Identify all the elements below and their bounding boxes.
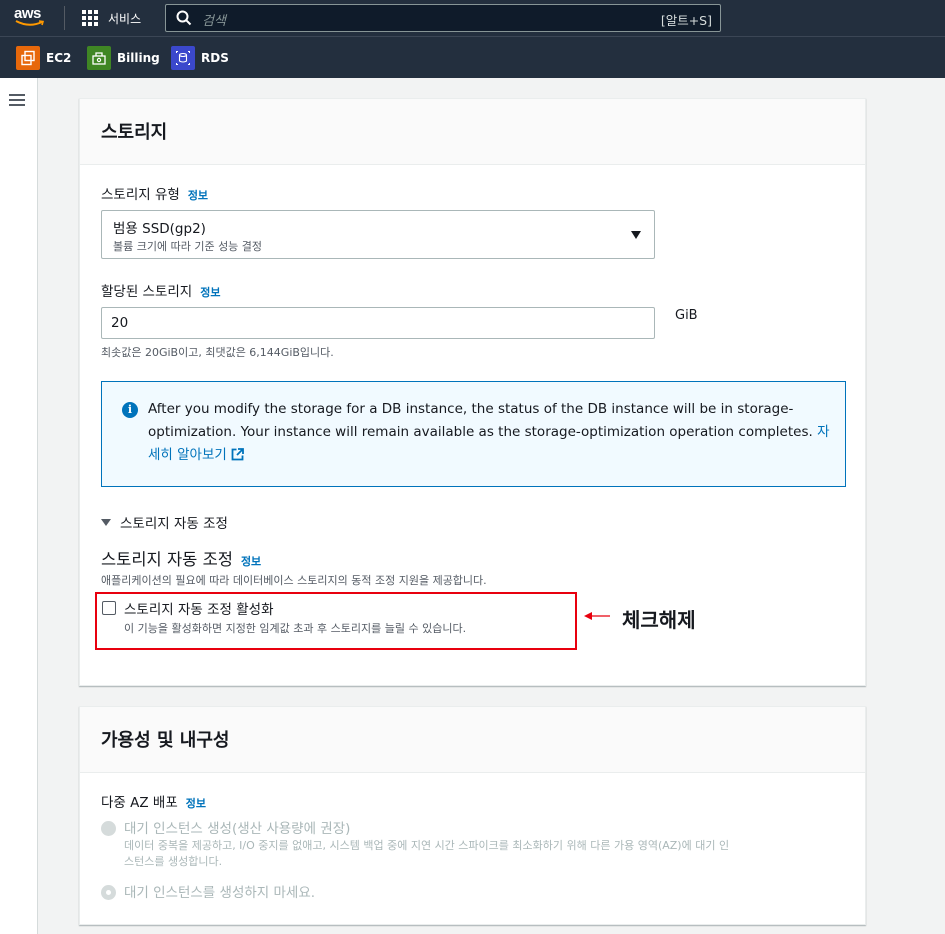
storage-autoscaling-expander[interactable]: 스토리지 자동 조정 bbox=[101, 512, 228, 532]
availability-title: 가용성 및 내구성 bbox=[101, 730, 230, 751]
favorite-label: RDS bbox=[201, 51, 229, 65]
top-navigation-bar: aws 서비스 검색 [알트+S] bbox=[0, 0, 945, 36]
create-standby-label[interactable]: 대기 인스턴스 생성(생산 사용량에 권장) bbox=[124, 817, 350, 837]
enable-autoscaling-description: 이 기능을 활성화하면 지정한 임계값 초과 후 스토리지를 늘릴 수 있습니다… bbox=[124, 622, 467, 635]
availability-panel-header: 가용성 및 내구성 bbox=[80, 707, 865, 773]
favorites-bar: EC2 Billing RDS bbox=[0, 36, 945, 78]
divider bbox=[64, 6, 65, 30]
search-shortcut: [알트+S] bbox=[660, 13, 712, 28]
autoscaling-info-link[interactable]: 정보 bbox=[241, 555, 261, 568]
side-navigation bbox=[0, 78, 38, 934]
search-placeholder: 검색 bbox=[202, 14, 226, 29]
allocated-storage-input[interactable]: 20 bbox=[101, 307, 655, 339]
autoscaling-description: 애플리케이션의 필요에 따라 데이터베이스 스토리지의 동적 조정 지원을 제공… bbox=[101, 574, 487, 587]
create-standby-description: 데이터 중복을 제공하고, I/O 중지를 없애고, 시스템 백업 중에 지연 … bbox=[124, 839, 730, 868]
billing-icon bbox=[87, 46, 111, 70]
annotation-text: 체크해제 bbox=[622, 608, 696, 632]
no-standby-label[interactable]: 대기 인스턴스를 생성하지 마세요. bbox=[124, 881, 315, 901]
storage-panel-header: 스토리지 bbox=[80, 99, 865, 165]
availability-panel: 가용성 및 내구성 다중 AZ 배포 정보 대기 인스턴스 생성(생산 사용량에 … bbox=[79, 706, 866, 925]
favorite-billing[interactable]: Billing bbox=[87, 46, 160, 70]
multi-az-label-row: 다중 AZ 배포 정보 bbox=[101, 791, 206, 811]
radio-create-standby[interactable] bbox=[101, 821, 116, 836]
alert-text: After you modify the storage for a DB in… bbox=[148, 401, 813, 440]
favorite-label: Billing bbox=[117, 51, 160, 65]
search-icon bbox=[176, 10, 192, 26]
favorite-ec2[interactable]: EC2 bbox=[16, 46, 71, 70]
ec2-icon bbox=[16, 46, 40, 70]
favorite-rds[interactable]: RDS bbox=[171, 46, 229, 70]
expander-label: 스토리지 자동 조정 bbox=[120, 516, 228, 532]
allocated-storage-info-link[interactable]: 정보 bbox=[200, 286, 220, 299]
caret-down-icon bbox=[101, 518, 111, 526]
alert-message: After you modify the storage for a DB in… bbox=[148, 398, 838, 467]
multi-az-label: 다중 AZ 배포 bbox=[101, 795, 178, 811]
storage-type-description: 볼륨 크기에 따라 기준 성능 결정 bbox=[113, 240, 263, 253]
storage-type-label-row: 스토리지 유형 정보 bbox=[101, 183, 208, 203]
radio-no-standby[interactable] bbox=[101, 885, 116, 900]
storage-type-info-link[interactable]: 정보 bbox=[188, 189, 208, 202]
storage-title: 스토리지 bbox=[101, 122, 168, 143]
external-link-icon bbox=[231, 448, 244, 461]
storage-type-select[interactable]: 범용 SSD(gp2) 볼륨 크기에 따라 기준 성능 결정 bbox=[101, 210, 655, 259]
info-icon: i bbox=[122, 402, 138, 418]
multi-az-info-link[interactable]: 정보 bbox=[186, 797, 206, 810]
favorite-label: EC2 bbox=[46, 51, 72, 65]
annotation-arrow-icon bbox=[584, 612, 610, 620]
storage-unit: GiB bbox=[675, 308, 698, 323]
search-input[interactable]: 검색 [알트+S] bbox=[165, 4, 721, 32]
storage-type-value: 범용 SSD(gp2) bbox=[113, 221, 206, 237]
storage-info-alert: i After you modify the storage for a DB … bbox=[101, 381, 846, 487]
aws-smile-icon bbox=[15, 20, 45, 26]
enable-autoscaling-label[interactable]: 스토리지 자동 조정 활성화 bbox=[124, 598, 274, 618]
allocated-storage-label-row: 할당된 스토리지 정보 bbox=[101, 280, 220, 300]
autoscaling-title: 스토리지 자동 조정 bbox=[101, 550, 233, 569]
allocated-storage-label: 할당된 스토리지 bbox=[101, 284, 193, 300]
aws-logo[interactable]: aws bbox=[14, 5, 50, 29]
grid-icon bbox=[82, 9, 99, 27]
storage-panel: 스토리지 스토리지 유형 정보 범용 SSD(gp2) 볼륨 크기에 따라 기준 … bbox=[79, 98, 866, 686]
caret-down-icon bbox=[631, 231, 641, 239]
storage-type-label: 스토리지 유형 bbox=[101, 187, 180, 203]
enable-autoscaling-checkbox[interactable] bbox=[102, 601, 116, 615]
services-menu-button[interactable]: 서비스 bbox=[82, 7, 141, 29]
menu-icon[interactable] bbox=[9, 94, 25, 107]
services-label: 서비스 bbox=[108, 11, 142, 26]
autoscaling-title-row: 스토리지 자동 조정 정보 bbox=[101, 546, 261, 570]
allocated-storage-hint: 최솟값은 20GiB이고, 최댓값은 6,144GiB입니다. bbox=[101, 346, 334, 359]
rds-icon bbox=[171, 46, 195, 70]
